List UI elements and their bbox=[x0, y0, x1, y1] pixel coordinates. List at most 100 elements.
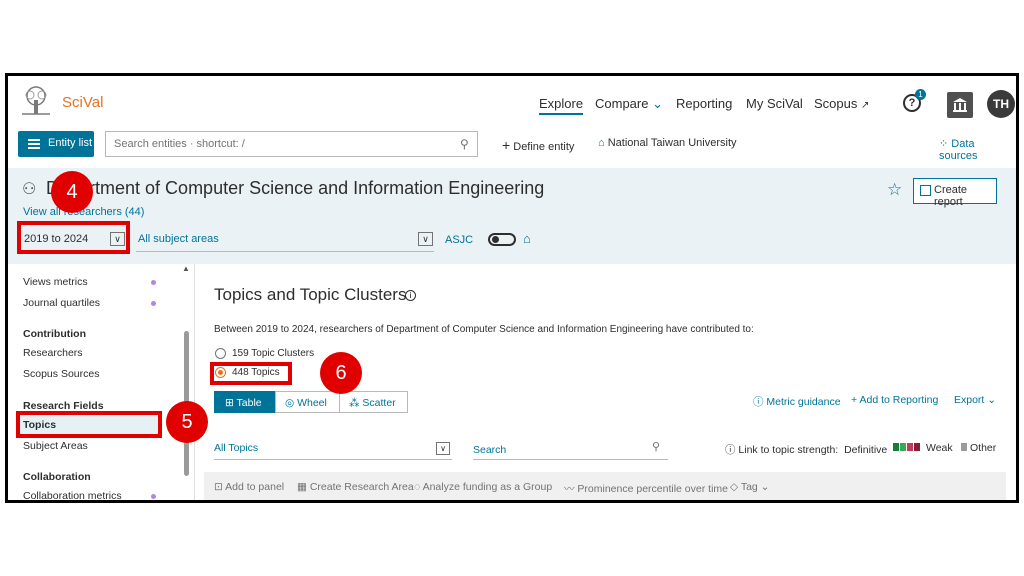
analyze-funding-button[interactable]: ◌ Analyze funding as a Group bbox=[414, 481, 552, 493]
plus-icon: + bbox=[502, 137, 511, 153]
topic-clusters-label[interactable]: 159 Topic Clusters bbox=[232, 348, 314, 359]
strength-other-label: Other bbox=[970, 442, 997, 454]
sidebar-item-views-metrics[interactable]: Views metrics bbox=[23, 276, 88, 288]
nav-compare-label: Compare bbox=[595, 96, 649, 111]
star-icon[interactable]: ☆ bbox=[887, 180, 902, 200]
prominence-button[interactable]: 〰 Prominence percentile over time bbox=[564, 481, 728, 496]
chevron-down-icon: ⌄ bbox=[987, 394, 997, 406]
institution-icon[interactable]: ⌂ bbox=[523, 231, 531, 246]
chevron-down-icon[interactable]: ∨ bbox=[418, 232, 433, 246]
plus-icon: + bbox=[851, 394, 858, 406]
sidebar-item-subject-areas[interactable]: Subject Areas bbox=[23, 440, 88, 452]
external-link-icon: ↗ bbox=[861, 100, 870, 111]
metric-guidance-label: Metric guidance bbox=[766, 396, 841, 408]
app-logo-text[interactable]: SciVal bbox=[62, 94, 103, 111]
tab-scatter-label: Scatter bbox=[362, 397, 396, 409]
strength-swatch bbox=[914, 443, 920, 451]
panel-icon: ⊡ bbox=[214, 481, 223, 493]
entity-list-label: Entity list bbox=[48, 137, 93, 149]
asjc-label: ASJC bbox=[445, 234, 474, 246]
annotation-badge-5: 5 bbox=[166, 401, 208, 443]
nav-reporting[interactable]: Reporting bbox=[676, 96, 732, 111]
table-icon: ⊞ bbox=[225, 397, 234, 409]
strength-swatch bbox=[961, 443, 967, 451]
export-menu[interactable]: Export ⌄ bbox=[954, 394, 996, 406]
asjc-toggle[interactable] bbox=[488, 233, 516, 246]
status-dot bbox=[151, 301, 156, 306]
add-to-reporting-link[interactable]: + Add to Reporting bbox=[851, 394, 938, 406]
wheel-icon: ◎ bbox=[285, 397, 295, 409]
sidebar-item-scopus-sources[interactable]: Scopus Sources bbox=[23, 368, 99, 380]
page-title: Department of Computer Science and Infor… bbox=[46, 178, 545, 198]
annotation-badge-6: 6 bbox=[320, 352, 362, 394]
section-title: Topics and Topic Clusters bbox=[214, 285, 407, 304]
topic-search-input[interactable]: Search bbox=[473, 438, 668, 460]
sidebar-item-journal-quartiles[interactable]: Journal quartiles bbox=[23, 297, 100, 309]
sidebar-heading-contribution: Contribution bbox=[23, 328, 86, 340]
chevron-down-icon: ⌄ bbox=[760, 481, 770, 493]
nav-scopus-label: Scopus bbox=[814, 96, 858, 111]
strength-swatch bbox=[893, 443, 899, 451]
metric-guidance-link[interactable]: ⓘ Metric guidance bbox=[753, 394, 841, 409]
researchers-icon: ⚇ bbox=[22, 181, 37, 198]
tag-icon: ◇ bbox=[730, 481, 739, 493]
nav-compare[interactable]: Compare ⌄ bbox=[595, 96, 663, 112]
tab-scatter[interactable]: ⁂ Scatter bbox=[339, 391, 408, 413]
create-research-area-button[interactable]: ▦ Create Research Area bbox=[297, 481, 414, 493]
info-icon: ⓘ bbox=[753, 396, 764, 408]
report-icon bbox=[920, 185, 931, 196]
nav-my-scival[interactable]: My SciVal bbox=[746, 96, 803, 111]
divider bbox=[194, 264, 195, 500]
chevron-down-icon[interactable]: ∨ bbox=[436, 442, 450, 455]
search-icon[interactable]: ⚲ bbox=[460, 137, 469, 151]
avatar[interactable]: TH bbox=[987, 90, 1015, 118]
section-description: Between 2019 to 2024, researchers of Dep… bbox=[214, 324, 754, 335]
topic-clusters-radio[interactable] bbox=[215, 348, 226, 359]
scatter-icon: ⁂ bbox=[349, 397, 360, 409]
status-dot bbox=[151, 280, 156, 285]
add-to-reporting-label: Add to Reporting bbox=[859, 394, 939, 406]
define-entity-label: Define entity bbox=[513, 141, 575, 153]
annotation-box-topics bbox=[16, 411, 162, 438]
annotation-badge-4: 4 bbox=[51, 171, 93, 213]
menu-icon bbox=[28, 139, 40, 149]
tab-wheel[interactable]: ◎ Wheel bbox=[275, 391, 340, 413]
nav-explore[interactable]: Explore bbox=[539, 96, 584, 115]
create-research-area-label: Create Research Area bbox=[309, 481, 414, 493]
add-to-panel-button[interactable]: ⊡ Add to panel bbox=[214, 481, 284, 493]
define-entity-link[interactable]: + Define entity bbox=[502, 137, 574, 153]
tab-table-label: Table bbox=[236, 397, 262, 409]
strength-definitive-label: Definitive bbox=[844, 444, 888, 456]
prominence-label: Prominence percentile over time bbox=[577, 483, 728, 495]
institution-link[interactable]: ⌂ National Taiwan University bbox=[598, 137, 737, 149]
funding-icon: ◌ bbox=[414, 481, 421, 493]
add-to-panel-label: Add to panel bbox=[225, 481, 285, 493]
institution-button[interactable] bbox=[947, 92, 973, 118]
sidebar-item-collaboration-metrics[interactable]: Collaboration metrics bbox=[23, 490, 122, 500]
scroll-up-icon[interactable]: ▲ bbox=[182, 264, 190, 273]
data-sources-link[interactable]: ⁘ Data sources bbox=[939, 137, 1016, 162]
status-dot bbox=[151, 494, 156, 499]
search-icon[interactable]: ⚲ bbox=[652, 440, 660, 453]
tag-label: Tag bbox=[740, 481, 758, 493]
sidebar-item-researchers[interactable]: Researchers bbox=[23, 347, 83, 359]
strength-swatch bbox=[907, 443, 913, 451]
tag-menu[interactable]: ◇ Tag ⌄ bbox=[730, 481, 769, 493]
nav-scopus[interactable]: Scopus ↗ bbox=[814, 96, 869, 111]
subject-area-select[interactable]: All subject areas bbox=[136, 226, 434, 252]
notification-badge: 1 bbox=[915, 89, 926, 100]
tab-table[interactable]: ⊞ Table bbox=[214, 391, 276, 413]
chevron-down-icon: ⌄ bbox=[652, 96, 663, 111]
strength-swatch bbox=[900, 443, 906, 451]
annotation-box-448-topics bbox=[210, 362, 292, 385]
grid-icon: ▦ bbox=[297, 481, 307, 493]
entity-search-input[interactable]: Search entities · shortcut: / bbox=[105, 131, 478, 157]
sidebar-heading-collaboration: Collaboration bbox=[23, 471, 91, 483]
strength-weak-label: Weak bbox=[926, 442, 953, 454]
trend-icon: 〰 bbox=[564, 483, 575, 495]
topic-filter-select[interactable]: All Topics bbox=[214, 438, 452, 460]
info-icon: ⓘ bbox=[725, 444, 736, 456]
building-icon: ⌂ bbox=[598, 137, 605, 149]
info-icon[interactable]: i bbox=[405, 290, 416, 301]
strength-label: Link to topic strength: bbox=[738, 444, 839, 456]
